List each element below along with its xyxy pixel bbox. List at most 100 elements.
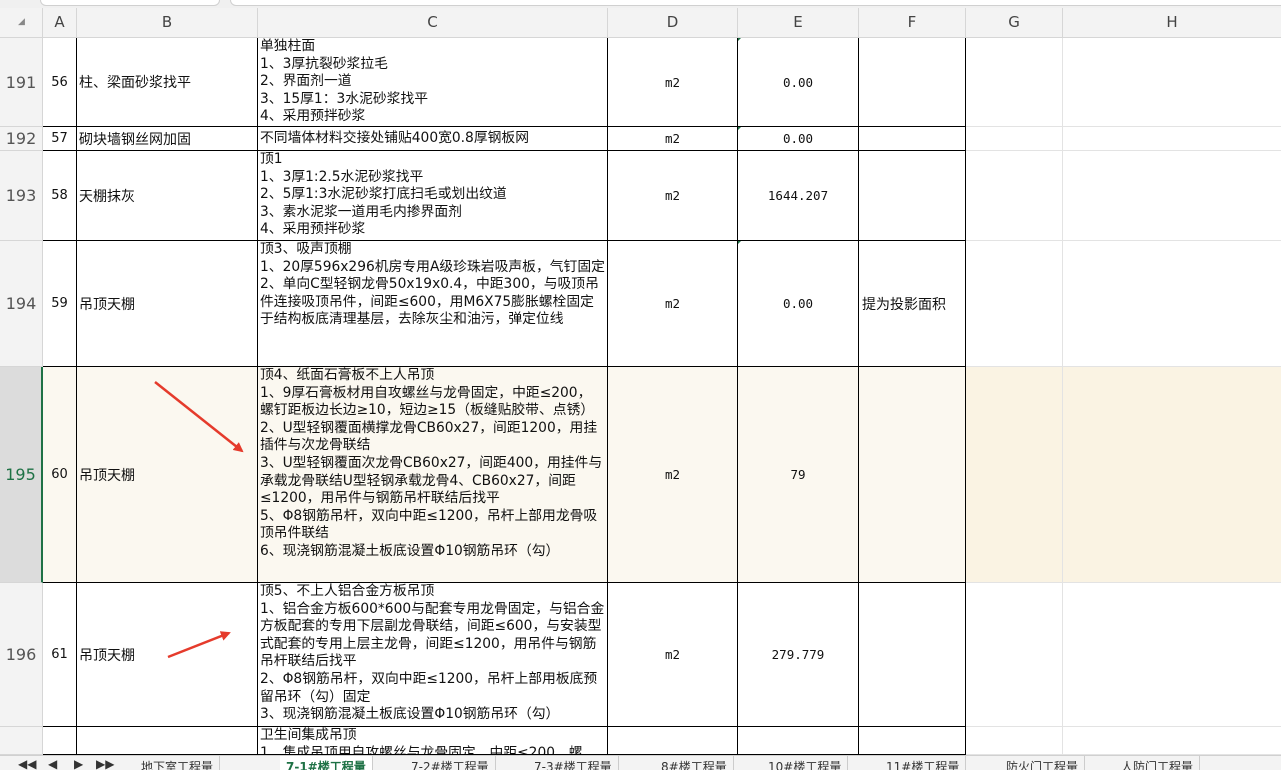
cell-description[interactable]: 顶1 1、3厚1:2.5水泥砂浆找平 2、5厚1:3水泥砂浆打底扫毛或划出纹道 … bbox=[258, 151, 608, 241]
cell-unit[interactable]: m2 bbox=[608, 367, 738, 583]
select-all-corner[interactable]: ◢ bbox=[0, 8, 43, 37]
sheet-tab[interactable]: 防火门工程量 bbox=[1000, 756, 1086, 770]
first-sheet-button[interactable]: ◀◀ bbox=[18, 757, 36, 770]
sheet-tab[interactable]: 人防门工程量 bbox=[1115, 756, 1201, 770]
cell-description[interactable]: 不同墙体材料交接处铺贴400宽0.8厚钢板网 bbox=[258, 127, 608, 151]
cell-item-name[interactable]: 砌块墙钢丝网加固 bbox=[77, 127, 258, 151]
cell-unit[interactable]: m2 bbox=[608, 241, 738, 367]
col-header-b[interactable]: B bbox=[77, 8, 258, 37]
table-row: 58 天棚抹灰 顶1 1、3厚1:2.5水泥砂浆找平 2、5厚1:3水泥砂浆打底… bbox=[43, 151, 1281, 241]
cell-remark[interactable]: 提为投影面积 bbox=[859, 241, 966, 367]
col-header-h[interactable]: H bbox=[1063, 8, 1281, 37]
cell-h[interactable] bbox=[1063, 583, 1281, 727]
cell-quantity[interactable]: 279.779 bbox=[738, 583, 859, 727]
cell-g[interactable] bbox=[966, 367, 1063, 583]
cell-remark[interactable] bbox=[859, 127, 966, 151]
row-header-selected[interactable]: 195 bbox=[0, 367, 43, 583]
cell-quantity[interactable]: 1644.207 bbox=[738, 151, 859, 241]
cell-description[interactable]: 顶3、吸声顶棚 1、20厚596x296机房专用A级珍珠岩吸声板，气钉固定 2、… bbox=[258, 241, 608, 367]
cell-unit[interactable]: m2 bbox=[608, 38, 738, 127]
cell-seq[interactable]: 58 bbox=[43, 151, 77, 241]
name-box[interactable] bbox=[40, 0, 220, 6]
column-headers: ◢ A B C D E F G H bbox=[0, 8, 1281, 38]
cell-remark[interactable] bbox=[859, 38, 966, 127]
cell-unit[interactable]: m2 bbox=[608, 583, 738, 727]
formula-bar[interactable] bbox=[230, 0, 1281, 6]
sheet-tab[interactable]: 地下室工程量 bbox=[135, 756, 221, 770]
col-header-f[interactable]: F bbox=[859, 8, 966, 37]
cell-seq[interactable]: 61 bbox=[43, 583, 77, 727]
sheet-tab-bar: ◀◀ ◀ ▶ ▶▶ 地下室工程量 7-1#楼工程量 7-2#楼工程量 7-3#楼… bbox=[0, 755, 1281, 770]
cell-unit[interactable] bbox=[608, 727, 738, 755]
cell-seq[interactable]: 60 bbox=[43, 367, 77, 583]
col-header-c[interactable]: C bbox=[258, 8, 608, 37]
cell-g[interactable] bbox=[966, 127, 1063, 151]
cell-g[interactable] bbox=[966, 583, 1063, 727]
cell-description[interactable]: 顶5、不上人铝合金方板吊顶 1、铝合金方板600*600与配套专用龙骨固定，与铝… bbox=[258, 583, 608, 727]
cell-h[interactable] bbox=[1063, 241, 1281, 367]
sheet-tab[interactable]: 7-2#楼工程量 bbox=[405, 756, 496, 770]
cell-h[interactable] bbox=[1063, 151, 1281, 241]
cell-description[interactable]: 单独柱面 1、3厚抗裂砂浆拉毛 2、界面剂一道 3、15厚1：3水泥砂浆找平 4… bbox=[258, 38, 608, 127]
cell-remark[interactable] bbox=[859, 583, 966, 727]
cell-item-name[interactable]: 吊顶天棚 bbox=[77, 583, 258, 727]
cell-item-name[interactable]: 天棚抹灰 bbox=[77, 151, 258, 241]
cell-description[interactable]: 卫生间集成吊顶 1、集成吊顶用自攻螺丝与龙骨固定，中距≤200，螺 bbox=[258, 727, 608, 755]
quantity-value: 0.00 bbox=[782, 74, 814, 90]
cell-remark[interactable] bbox=[859, 727, 966, 755]
quantity-value: 0.00 bbox=[782, 131, 814, 146]
cell-quantity[interactable]: 0.00 bbox=[738, 38, 859, 127]
cell-g[interactable] bbox=[966, 727, 1063, 755]
cell-quantity[interactable] bbox=[738, 727, 859, 755]
cell-g[interactable] bbox=[966, 38, 1063, 127]
sheet-tab[interactable]: 11#楼工程量 bbox=[880, 756, 967, 770]
row-header[interactable]: 192 bbox=[0, 127, 43, 151]
sheet-tab-active[interactable]: 7-1#楼工程量 bbox=[280, 756, 373, 770]
cell-h[interactable] bbox=[1063, 38, 1281, 127]
sheet-tab[interactable]: 7-3#楼工程量 bbox=[528, 756, 619, 770]
prev-sheet-button[interactable]: ◀ bbox=[48, 757, 57, 770]
quantity-value: 1644.207 bbox=[767, 188, 829, 203]
cell-item-name[interactable]: 吊顶天棚 bbox=[77, 367, 258, 583]
cell-seq[interactable]: 57 bbox=[43, 127, 77, 151]
cell-seq[interactable]: 56 bbox=[43, 38, 77, 127]
cell-quantity[interactable]: 0.00 bbox=[738, 241, 859, 367]
last-sheet-button[interactable]: ▶▶ bbox=[96, 757, 114, 770]
next-sheet-button[interactable]: ▶ bbox=[74, 757, 83, 770]
sheet-tab[interactable]: 8#楼工程量 bbox=[655, 756, 734, 770]
cell-item-name[interactable] bbox=[77, 727, 258, 755]
cell-item-name[interactable]: 吊顶天棚 bbox=[77, 241, 258, 367]
col-header-a[interactable]: A bbox=[43, 8, 77, 37]
table-row-selected: 60 吊顶天棚 顶4、纸面石膏板不上人吊顶 1、9厚石膏板材用自攻螺丝与龙骨固定… bbox=[43, 367, 1281, 583]
cell-remark[interactable] bbox=[859, 151, 966, 241]
cell-seq[interactable]: 59 bbox=[43, 241, 77, 367]
cell-h[interactable] bbox=[1063, 367, 1281, 583]
col-header-d[interactable]: D bbox=[608, 8, 738, 37]
cell-unit[interactable]: m2 bbox=[608, 151, 738, 241]
cell-description[interactable]: 顶4、纸面石膏板不上人吊顶 1、9厚石膏板材用自攻螺丝与龙骨固定，中距≤200，… bbox=[258, 367, 608, 583]
cell-remark[interactable] bbox=[859, 367, 966, 583]
row-header[interactable]: 193 bbox=[0, 151, 43, 241]
quantity-value: 0.00 bbox=[782, 296, 814, 311]
cell-quantity[interactable]: 0.00 bbox=[738, 127, 859, 151]
toolbar-strip bbox=[0, 0, 1281, 8]
cell-unit[interactable]: m2 bbox=[608, 127, 738, 151]
sheet-tab[interactable]: 10#楼工程量 bbox=[762, 756, 849, 770]
row-header[interactable]: 194 bbox=[0, 241, 43, 367]
table-row: 59 吊顶天棚 顶3、吸声顶棚 1、20厚596x296机房专用A级珍珠岩吸声板… bbox=[43, 241, 1281, 367]
quantity-value: 279.779 bbox=[771, 647, 825, 662]
cell-seq[interactable] bbox=[43, 727, 77, 755]
table-row: 57 砌块墙钢丝网加固 不同墙体材料交接处铺贴400宽0.8厚钢板网 m2 0.… bbox=[43, 127, 1281, 151]
cell-g[interactable] bbox=[966, 241, 1063, 367]
cell-h[interactable] bbox=[1063, 727, 1281, 755]
col-header-e[interactable]: E bbox=[738, 8, 859, 37]
col-header-g[interactable]: G bbox=[966, 8, 1063, 37]
cell-quantity[interactable]: 79 bbox=[738, 367, 859, 583]
cell-h[interactable] bbox=[1063, 127, 1281, 151]
row-header[interactable]: 196 bbox=[0, 583, 43, 727]
table-row: 56 柱、梁面砂浆找平 单独柱面 1、3厚抗裂砂浆拉毛 2、界面剂一道 3、15… bbox=[43, 38, 1281, 127]
row-header[interactable]: 191 bbox=[0, 38, 43, 127]
row-header[interactable] bbox=[0, 727, 43, 755]
cell-item-name[interactable]: 柱、梁面砂浆找平 bbox=[77, 38, 258, 127]
cell-g[interactable] bbox=[966, 151, 1063, 241]
